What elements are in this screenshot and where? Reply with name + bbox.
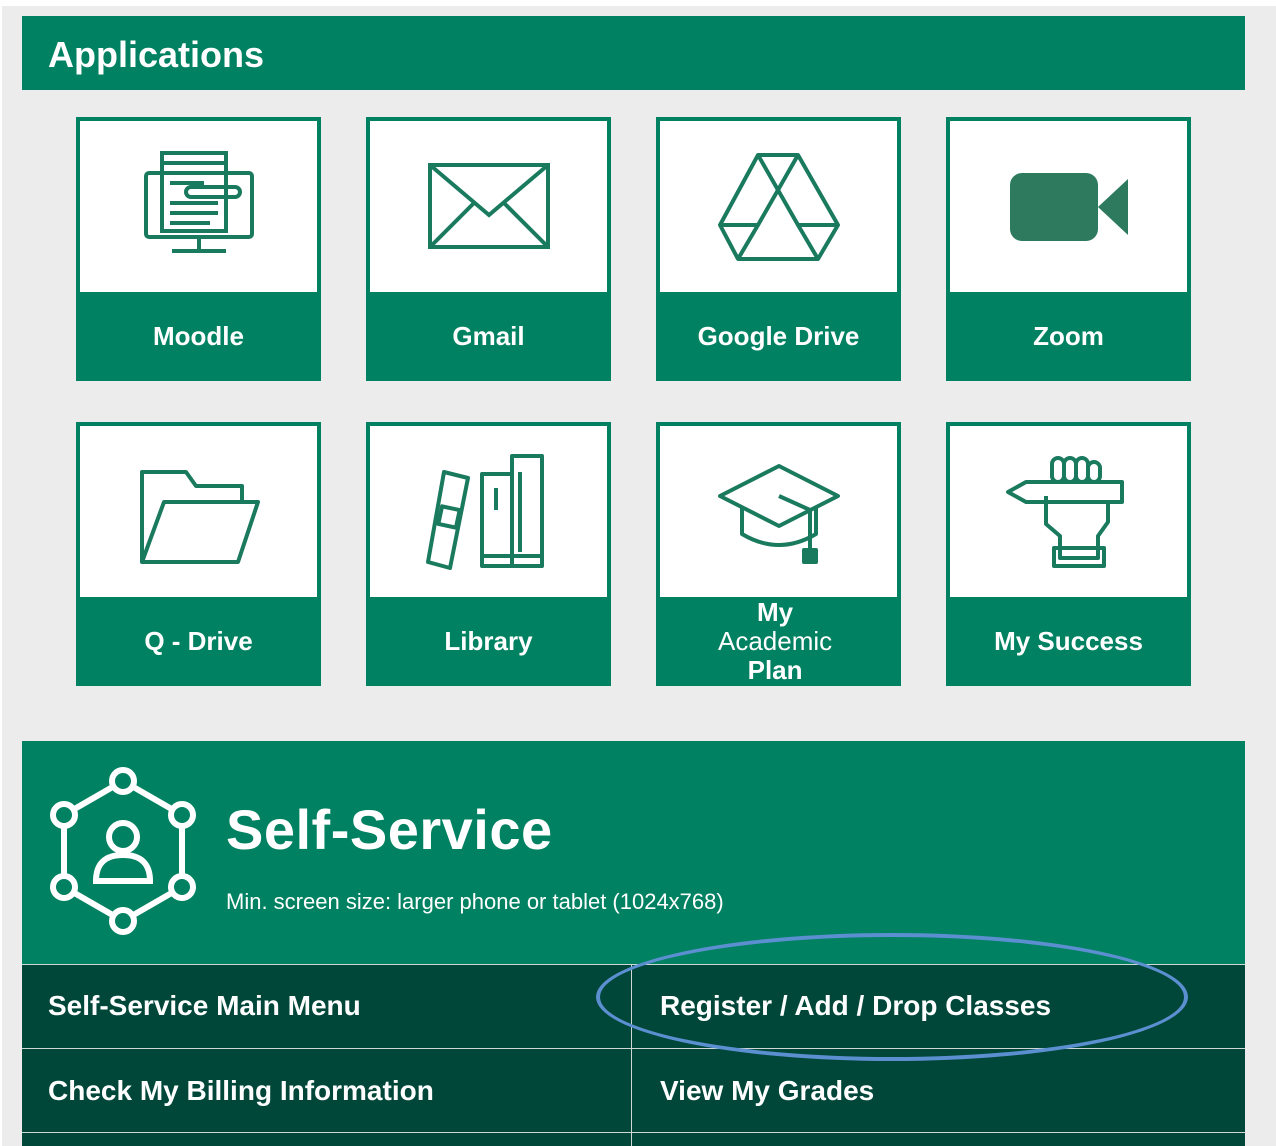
self-service-subtitle: Min. screen size: larger phone or tablet…	[226, 889, 724, 914]
google-drive-icon	[660, 121, 897, 292]
page: Applications Moodle Gmail Google Drive Z…	[0, 0, 1276, 1146]
tile-library[interactable]: Library	[366, 422, 611, 686]
divider	[22, 1132, 1245, 1133]
network-person-icon	[50, 767, 196, 935]
tile-label: Library	[444, 626, 533, 656]
tile-label: Q - Drive	[144, 626, 253, 656]
tile-label: My Success	[994, 626, 1143, 656]
tile-label-line: My	[757, 597, 794, 627]
tile-gmail[interactable]: Gmail	[366, 117, 611, 381]
tile-google-drive[interactable]: Google Drive	[656, 117, 901, 381]
self-service-title: Self-Service	[226, 798, 553, 861]
folder-icon	[80, 426, 317, 597]
applications-header: Applications	[22, 16, 1245, 90]
tile-label-line: Plan	[747, 655, 803, 685]
graduation-cap-icon	[660, 426, 897, 597]
tile-label: Zoom	[1033, 321, 1104, 351]
envelope-icon	[370, 121, 607, 292]
link-check-billing-information[interactable]: Check My Billing Information	[22, 1049, 631, 1133]
self-service-links: Self-Service Main Menu Register / Add / …	[22, 964, 1245, 1146]
tile-label: Gmail	[452, 321, 525, 351]
hand-pencil-icon	[950, 426, 1187, 597]
tile-moodle[interactable]: Moodle	[76, 117, 321, 381]
self-service-header: Self-Service Min. screen size: larger ph…	[22, 741, 1245, 964]
link-view-my-grades[interactable]: View My Grades	[634, 1049, 1245, 1133]
link-self-service-main-menu[interactable]: Self-Service Main Menu	[22, 964, 631, 1048]
tile-q-drive[interactable]: Q - Drive	[76, 422, 321, 686]
divider	[631, 964, 632, 1146]
applications-title: Applications	[48, 34, 265, 75]
tile-zoom[interactable]: Zoom	[946, 117, 1191, 381]
tile-my-success[interactable]: My Success	[946, 422, 1191, 686]
tile-label: My Academic Plan	[656, 597, 901, 686]
link-register-add-drop-classes[interactable]: Register / Add / Drop Classes	[634, 964, 1245, 1048]
tile-label-line: Academic	[718, 626, 833, 656]
tile-label: Google Drive	[697, 321, 860, 351]
tile-label: Moodle	[153, 321, 244, 351]
moodle-computer-icon	[80, 121, 317, 292]
books-icon	[370, 426, 607, 597]
tile-my-academic-plan[interactable]: My Academic Plan	[656, 422, 901, 686]
video-camera-icon	[950, 121, 1187, 292]
